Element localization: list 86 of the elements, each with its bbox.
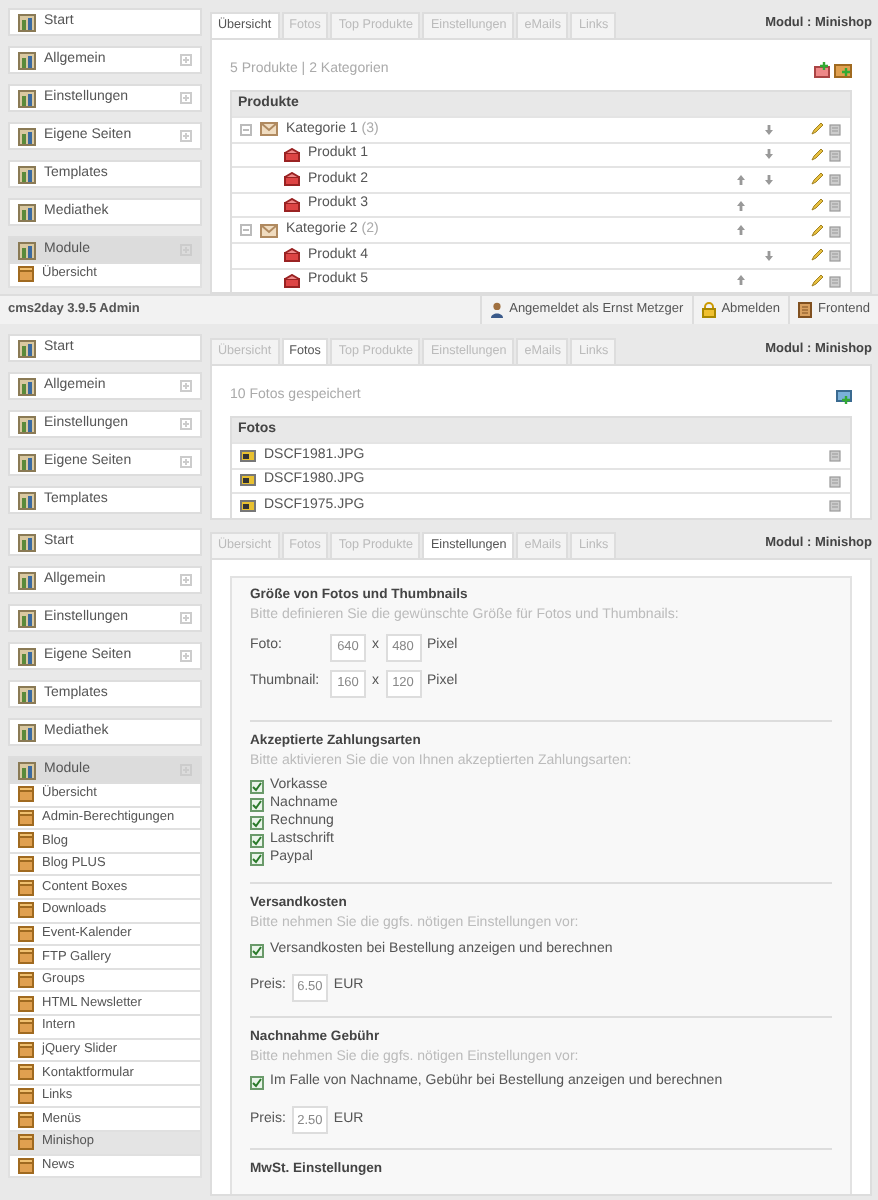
collapse-icon[interactable] — [240, 123, 252, 136]
arrow-up-icon[interactable] — [735, 274, 745, 287]
gift-box-icon — [284, 198, 300, 213]
tile-icon — [18, 415, 36, 433]
gift-box-icon — [284, 248, 300, 263]
box-icon — [18, 1111, 34, 1128]
expand-icon[interactable] — [180, 92, 192, 104]
trash-icon[interactable] — [828, 223, 842, 238]
tile-icon — [18, 491, 36, 509]
trash-icon[interactable] — [828, 473, 842, 488]
gift-box-icon — [284, 273, 300, 288]
tile-icon — [18, 51, 36, 69]
gift-box-icon — [284, 147, 300, 162]
expand-icon[interactable] — [180, 54, 192, 66]
box-icon — [18, 1157, 34, 1174]
envelope-icon — [260, 122, 278, 137]
box-icon — [18, 1134, 34, 1151]
box-icon — [18, 1088, 34, 1105]
tile-icon — [18, 685, 36, 703]
box-icon — [18, 1018, 34, 1035]
tile-icon — [18, 533, 36, 551]
checkbox[interactable] — [250, 943, 264, 958]
expand-icon[interactable] — [180, 650, 192, 662]
checkbox[interactable] — [250, 1076, 264, 1091]
expand-icon[interactable] — [180, 612, 192, 624]
box-icon — [18, 902, 34, 919]
tile-icon — [18, 453, 36, 471]
tile-icon — [18, 723, 36, 741]
trash-icon[interactable] — [828, 448, 842, 463]
arrow-down-icon[interactable] — [763, 249, 773, 262]
tile-icon — [18, 571, 36, 589]
tile-icon — [18, 89, 36, 107]
tile-icon — [18, 761, 36, 779]
box-icon — [18, 786, 34, 803]
arrow-up-icon[interactable] — [735, 173, 745, 186]
box-icon — [18, 879, 34, 896]
box-icon — [18, 809, 34, 826]
trash-icon[interactable] — [828, 122, 842, 137]
trash-icon[interactable] — [828, 498, 842, 513]
trash-icon[interactable] — [828, 172, 842, 187]
tile-icon — [18, 165, 36, 183]
lock-icon[interactable] — [701, 302, 716, 318]
expand-icon[interactable] — [180, 130, 192, 142]
box-icon — [18, 832, 34, 849]
arrow-up-icon[interactable] — [735, 199, 745, 212]
tile-icon — [18, 647, 36, 665]
add-box-icon[interactable] — [834, 62, 852, 78]
box-icon — [18, 925, 34, 942]
box-icon — [18, 1041, 34, 1058]
box-icon — [18, 266, 34, 283]
trash-icon[interactable] — [828, 147, 842, 162]
add-folder-icon[interactable] — [814, 62, 830, 78]
arrow-down-icon[interactable] — [763, 148, 773, 161]
gift-box-icon — [284, 172, 300, 187]
tile-icon — [18, 13, 36, 31]
tile-icon — [18, 609, 36, 627]
document-icon[interactable] — [797, 302, 812, 318]
arrow-down-icon[interactable] — [763, 173, 773, 186]
add-image-icon[interactable] — [836, 388, 852, 404]
box-icon — [18, 856, 34, 873]
tile-icon — [18, 241, 36, 259]
trash-icon[interactable] — [828, 198, 842, 213]
tile-icon — [18, 127, 36, 145]
box-icon — [18, 995, 34, 1012]
expand-icon[interactable] — [180, 418, 192, 430]
expand-icon[interactable] — [180, 380, 192, 392]
arrow-down-icon[interactable] — [763, 123, 773, 136]
arrow-up-icon[interactable] — [735, 224, 745, 237]
checkbox[interactable] — [250, 834, 264, 849]
expand-icon[interactable] — [180, 574, 192, 586]
collapse-icon[interactable] — [240, 224, 252, 237]
tile-icon — [18, 377, 36, 395]
expand-icon[interactable] — [180, 456, 192, 468]
person-icon — [489, 302, 504, 318]
checkbox[interactable] — [250, 798, 264, 813]
checkbox[interactable] — [250, 780, 264, 795]
checkbox[interactable] — [250, 852, 264, 867]
box-icon — [18, 948, 34, 965]
trash-icon[interactable] — [828, 248, 842, 263]
trash-icon[interactable] — [828, 273, 842, 288]
box-icon — [18, 1064, 34, 1081]
checkbox[interactable] — [250, 816, 264, 831]
box-icon — [18, 972, 34, 989]
tile-icon — [18, 203, 36, 221]
envelope-icon — [260, 223, 278, 238]
tile-icon — [18, 339, 36, 357]
